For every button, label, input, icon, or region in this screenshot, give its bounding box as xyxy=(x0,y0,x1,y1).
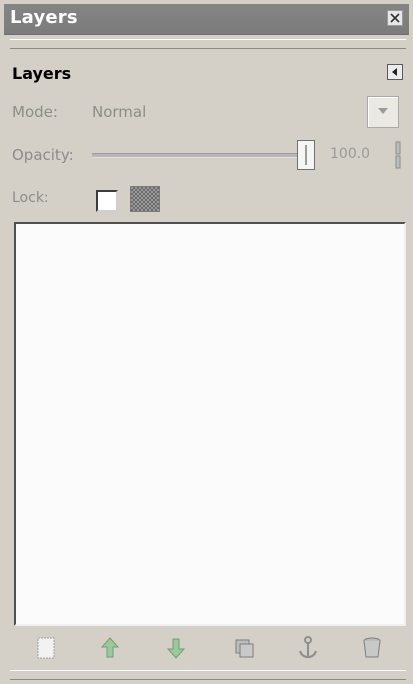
close-icon xyxy=(390,13,400,23)
layer-list[interactable] xyxy=(14,222,406,626)
anchor-layer-icon xyxy=(299,636,317,659)
panel-menu-button[interactable] xyxy=(387,64,403,80)
opacity-label: Opacity: xyxy=(12,146,74,164)
lower-layer-icon xyxy=(166,638,186,659)
lock-alpha-checkbox[interactable] xyxy=(96,190,118,212)
new-layer-icon xyxy=(37,637,55,659)
lock-label: Lock: xyxy=(12,190,49,206)
duplicate-layer-icon xyxy=(235,639,254,658)
mode-value[interactable]: Normal xyxy=(92,103,146,121)
panel-title: Layers xyxy=(12,64,72,83)
close-button[interactable] xyxy=(387,10,403,26)
anchor-layer-button[interactable] xyxy=(294,634,322,662)
title-bar[interactable]: Layers xyxy=(4,4,409,35)
dock-grip-bottom[interactable] xyxy=(10,670,406,680)
raise-layer-icon xyxy=(100,637,120,658)
dock-grip-top[interactable] xyxy=(10,39,406,49)
spinner-arrows-icon xyxy=(395,141,401,169)
tab-menu-icon xyxy=(392,68,397,76)
lock-pixels-toggle[interactable] xyxy=(130,186,160,212)
opacity-slider-track[interactable] xyxy=(92,153,312,158)
raise-layer-button[interactable] xyxy=(96,634,124,662)
lower-layer-button[interactable] xyxy=(162,634,190,662)
chevron-down-icon xyxy=(378,108,388,114)
mode-label: Mode: xyxy=(12,103,58,121)
window-title: Layers xyxy=(10,7,78,28)
new-layer-button[interactable] xyxy=(32,634,60,662)
delete-layer-icon xyxy=(363,637,381,658)
mode-dropdown-button[interactable] xyxy=(367,96,399,128)
delete-layer-button[interactable] xyxy=(358,634,386,662)
opacity-value[interactable]: 100.0 xyxy=(330,146,370,162)
duplicate-layer-button[interactable] xyxy=(230,634,258,662)
opacity-slider-thumb[interactable] xyxy=(297,140,315,170)
layers-dialog: Layers Layers Mode: Normal Opacity: 100.… xyxy=(0,0,413,684)
opacity-spinner[interactable] xyxy=(392,140,404,170)
